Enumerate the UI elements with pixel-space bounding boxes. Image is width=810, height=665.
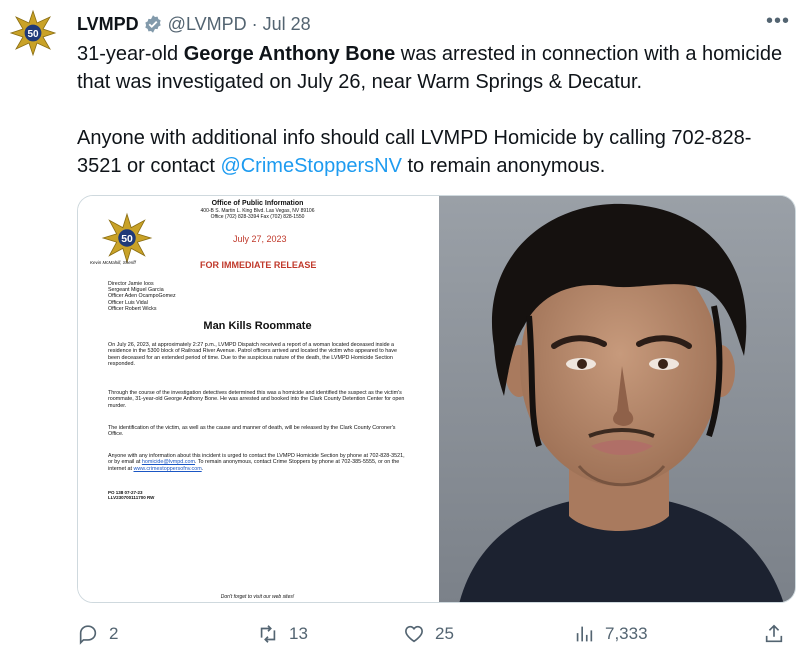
- retweet-button[interactable]: 13: [257, 620, 308, 648]
- more-options-icon[interactable]: •••: [766, 10, 790, 33]
- crimestoppers-mention-link[interactable]: @CrimeStoppersNV: [220, 155, 401, 177]
- doc-url-link: www.crimestoppersofnv.com: [133, 465, 202, 472]
- tweet-text-segment: to remain anonymous.: [401, 155, 606, 177]
- view-count: 7,333: [605, 624, 648, 643]
- reply-count: 2: [109, 624, 119, 643]
- tweet-text: 31-year-old George Anthony Bone was arre…: [77, 40, 787, 180]
- tweet-date[interactable]: Jul 28: [263, 14, 311, 35]
- reply-icon: [79, 625, 97, 645]
- doc-paragraph-1: On July 26, 2023, at approximately 2:27 …: [108, 342, 397, 368]
- doc-office-title: Office of Public Information: [211, 200, 304, 207]
- doc-release-label: FOR IMMEDIATE RELEASE: [200, 260, 317, 270]
- mugshot-illustration: [439, 196, 795, 602]
- author-name[interactable]: LVMPD: [77, 14, 139, 35]
- separator-dot: ·: [251, 13, 258, 34]
- author-handle[interactable]: @LVMPD: [168, 14, 247, 35]
- views-button[interactable]: 7,333: [573, 620, 648, 648]
- doc-sheriff: Kevin McMahill, Sheriff: [90, 260, 136, 265]
- tweet-text-segment: 31-year-old: [77, 43, 184, 65]
- suspect-name: George Anthony Bone: [183, 43, 396, 65]
- analytics-icon: [576, 626, 593, 642]
- tweet-media: Office of Public Information 400-B S. Ma…: [77, 195, 796, 603]
- reply-button[interactable]: 2: [77, 620, 118, 648]
- press-release-image[interactable]: Office of Public Information 400-B S. Ma…: [78, 196, 437, 602]
- doc-ref-line: LLV230700111700 RW: [108, 495, 155, 500]
- doc-reference: PO 138 07-27-23 LLV230700111700 RW: [108, 490, 154, 500]
- doc-text-segment: .: [201, 465, 204, 472]
- tweet-header: LVMPD @LVMPD · Jul 28 •••: [77, 10, 790, 36]
- share-button[interactable]: [763, 620, 785, 648]
- lvmpd-badge-icon: 50: [101, 212, 153, 264]
- mugshot-image[interactable]: [437, 196, 795, 602]
- doc-email-link: homicide@lvmpd.com: [141, 459, 195, 466]
- heart-icon: [405, 625, 423, 643]
- svg-text:50: 50: [121, 234, 133, 245]
- doc-staff-item: Officer Robert Wicks: [108, 305, 157, 312]
- svg-text:50: 50: [27, 29, 39, 40]
- like-count: 25: [435, 624, 454, 643]
- doc-paragraph-2: Through the course of the investigation …: [108, 390, 405, 409]
- doc-paragraph-3: The identification of the victim, as wel…: [108, 425, 396, 438]
- verified-badge-icon: [145, 15, 161, 33]
- doc-headline: Man Kills Roommate: [203, 320, 312, 332]
- doc-footer: Don't forget to visit our web sites!: [220, 594, 295, 600]
- retweet-count: 13: [289, 624, 308, 643]
- share-icon: [765, 624, 783, 643]
- doc-staff-item: Officer Aden OcampoGomez: [108, 293, 176, 300]
- doc-staff-list: Director Jamie Ioos Sergeant Miguel Garc…: [108, 281, 176, 312]
- doc-paragraph-4: Anyone with any information about this i…: [108, 453, 408, 472]
- like-button[interactable]: 25: [403, 620, 454, 648]
- doc-date: July 27, 2023: [233, 234, 287, 244]
- avatar[interactable]: 50: [8, 8, 58, 58]
- retweet-icon: [260, 625, 276, 643]
- tweet-actions: 2 13 25 7,333: [77, 620, 787, 648]
